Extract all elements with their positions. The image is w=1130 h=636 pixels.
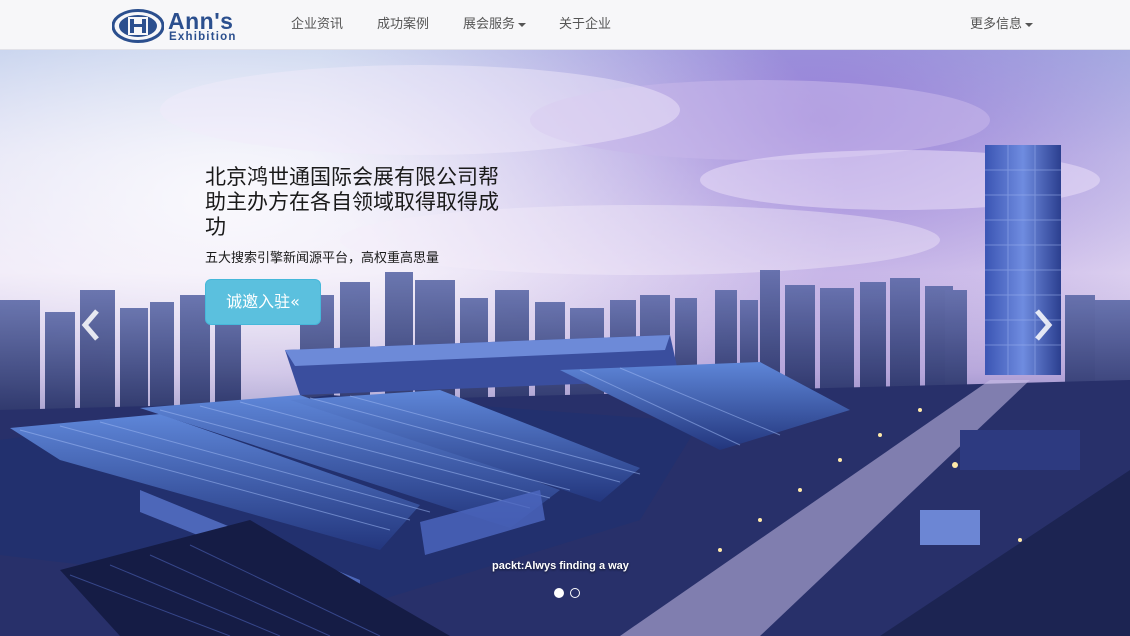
chevron-right-icon	[1035, 309, 1053, 341]
carousel-indicator[interactable]	[570, 588, 580, 598]
caret-down-icon	[518, 22, 527, 27]
join-button[interactable]: 诚邀入驻«	[205, 279, 321, 325]
nav-item-about[interactable]: 关于企业	[559, 16, 611, 36]
logo-monogram-icon	[112, 9, 164, 43]
chevron-left-icon	[81, 309, 99, 341]
hero-headline: 北京鸿世通国际会展有限公司帮 助主办方在各自领域取得取得成 功	[205, 165, 555, 240]
hero-headline-line: 北京鸿世通国际会展有限公司帮	[205, 165, 499, 189]
caret-down-icon	[1025, 22, 1034, 27]
nav-item-label: 展会服务	[463, 17, 516, 32]
logo-subtitle: Exhibition	[169, 31, 237, 43]
slide-tagline: packt:Alwys finding a way	[492, 560, 629, 572]
hero-background-image	[0, 50, 1130, 636]
carousel-next-button[interactable]	[1030, 305, 1056, 345]
carousel-prev-button[interactable]	[78, 305, 104, 345]
navbar: Ann's Exhibition 企业资讯 成功案例 展会服务 关于企业 更多信…	[0, 0, 1130, 50]
hero-subtitle: 五大搜索引擎新闻源平台，高权重高思量	[205, 251, 440, 266]
nav-item-label: 企业资讯	[291, 17, 344, 32]
nav-item-news[interactable]: 企业资讯	[291, 16, 343, 36]
nav-item-label: 成功案例	[377, 17, 430, 32]
nav-item-label: 更多信息	[970, 17, 1023, 32]
nav-item-more-dropdown[interactable]: 更多信息	[970, 16, 1034, 36]
carousel-indicator-active[interactable]	[554, 588, 564, 598]
hero-caption: 北京鸿世通国际会展有限公司帮 助主办方在各自领域取得取得成 功 五大搜索引擎新闻…	[205, 165, 555, 268]
nav-item-label: 关于企业	[559, 17, 612, 32]
hero-headline-line: 助主办方在各自领域取得取得成	[205, 190, 499, 214]
brand-logo[interactable]: Ann's Exhibition	[112, 8, 264, 43]
hero-headline-line: 功	[205, 215, 226, 239]
carousel-indicators	[548, 586, 588, 600]
nav-item-services-dropdown[interactable]: 展会服务	[463, 16, 527, 36]
hero-carousel: 北京鸿世通国际会展有限公司帮 助主办方在各自领域取得取得成 功 五大搜索引擎新闻…	[0, 50, 1130, 636]
nav-item-cases[interactable]: 成功案例	[377, 16, 429, 36]
